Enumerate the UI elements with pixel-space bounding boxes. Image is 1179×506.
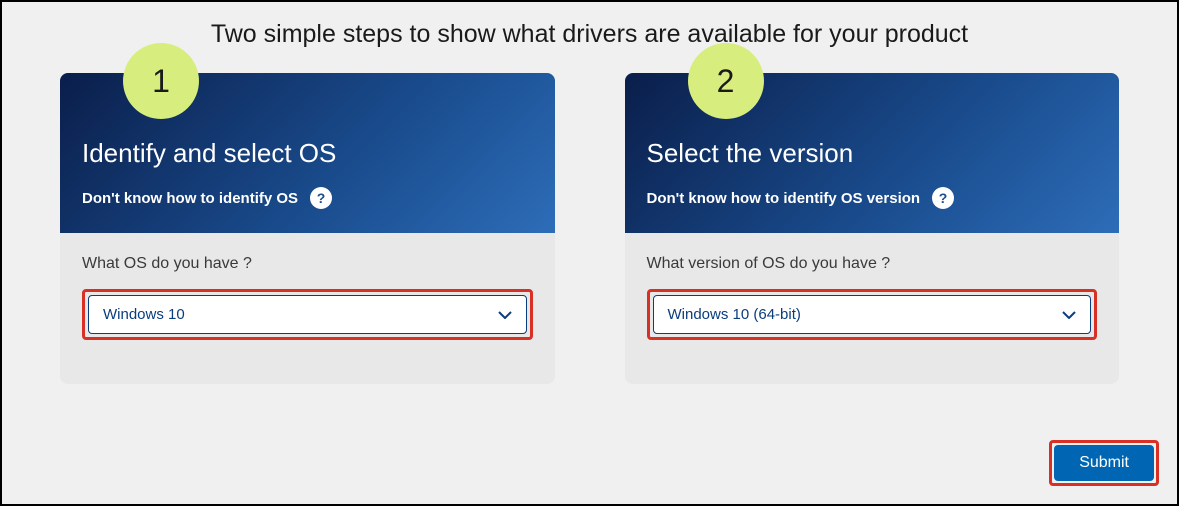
card-body-os: What OS do you have ? Windows 10 (60, 233, 555, 384)
os-select[interactable]: Windows 10 (88, 295, 527, 334)
help-link-os[interactable]: Don't know how to identify OS ? (82, 187, 533, 209)
help-icon[interactable]: ? (932, 187, 954, 209)
step-badge-1: 1 (123, 43, 199, 119)
step-card-version: 2 Select the version Don't know how to i… (625, 73, 1120, 384)
version-select-value: Windows 10 (64-bit) (668, 306, 801, 323)
step-badge-2: 2 (688, 43, 764, 119)
version-select[interactable]: Windows 10 (64-bit) (653, 295, 1092, 334)
submit-button[interactable]: Submit (1054, 445, 1154, 481)
submit-highlight: Submit (1049, 440, 1159, 486)
select-highlight-os: Windows 10 (82, 289, 533, 340)
card-body-version: What version of OS do you have ? Windows… (625, 233, 1120, 384)
steps-container: 1 Identify and select OS Don't know how … (2, 73, 1177, 384)
help-icon[interactable]: ? (310, 187, 332, 209)
help-text-os: Don't know how to identify OS (82, 190, 298, 207)
step-card-os: 1 Identify and select OS Don't know how … (60, 73, 555, 384)
question-label-os: What OS do you have ? (82, 255, 533, 273)
select-highlight-version: Windows 10 (64-bit) (647, 289, 1098, 340)
chevron-down-icon (498, 308, 512, 322)
help-link-version[interactable]: Don't know how to identify OS version ? (647, 187, 1098, 209)
question-label-version: What version of OS do you have ? (647, 255, 1098, 273)
os-select-value: Windows 10 (103, 306, 185, 323)
chevron-down-icon (1062, 308, 1076, 322)
card-title-os: Identify and select OS (82, 138, 533, 169)
card-title-version: Select the version (647, 138, 1098, 169)
help-text-version: Don't know how to identify OS version (647, 190, 921, 207)
